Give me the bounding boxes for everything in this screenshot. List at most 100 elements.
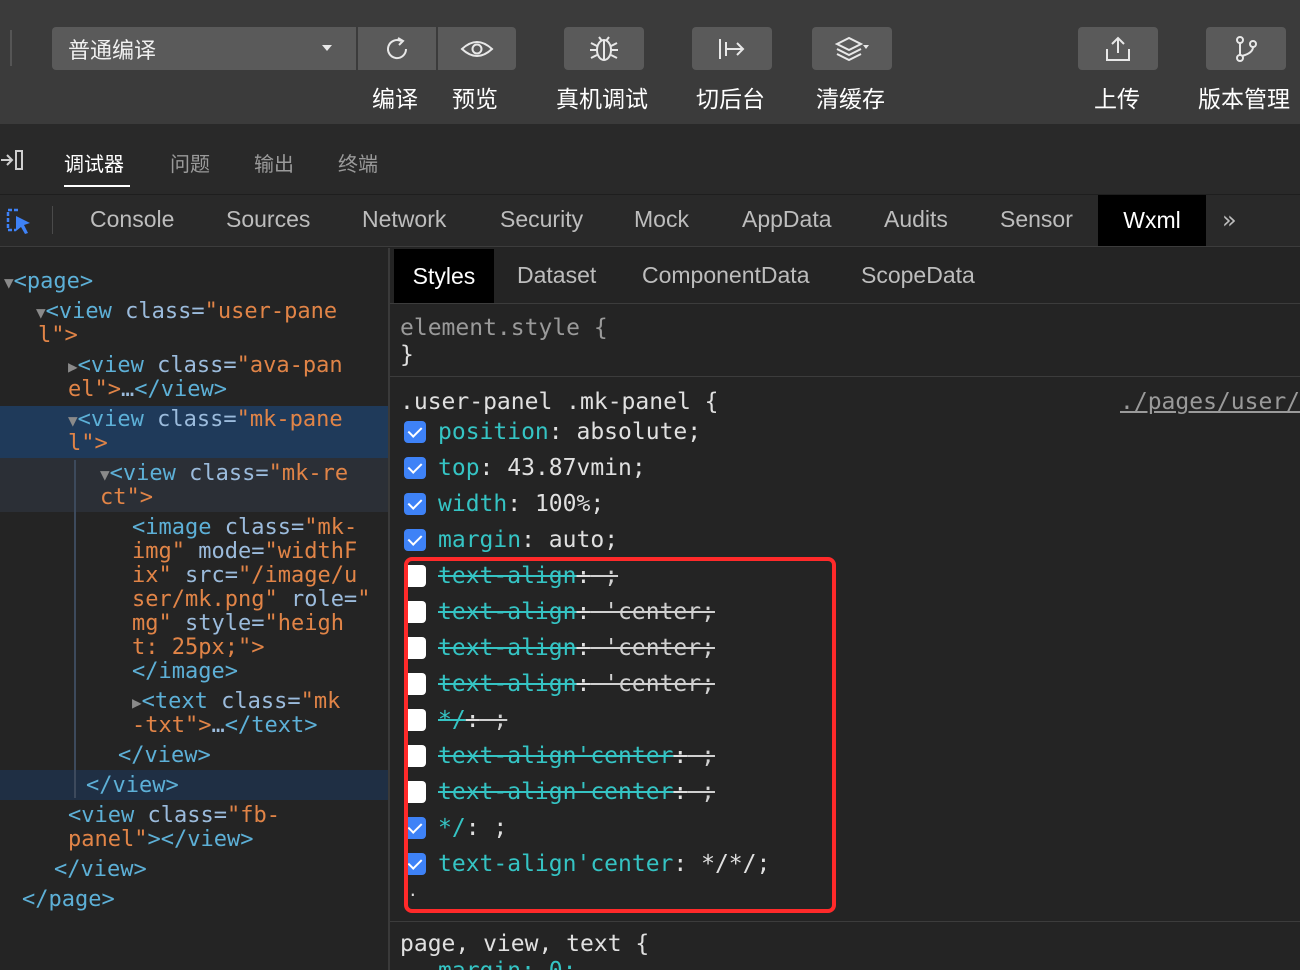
tree-node-view-close: </view>	[118, 743, 211, 768]
next-rule-first-prop: margin: 0;	[438, 958, 576, 970]
tree-node-fb-panel-cont: panel"></view>	[68, 827, 254, 852]
version-button[interactable]	[1206, 27, 1286, 70]
branch-icon	[1236, 35, 1257, 62]
upload-label: 上传	[1094, 87, 1140, 113]
tab-appdata[interactable]: AppData	[742, 206, 832, 233]
tab-styles[interactable]: Styles	[394, 249, 494, 303]
tree-node-page[interactable]: ▼<page>	[4, 270, 93, 295]
tree-node-mk-panel-cont: l">	[68, 431, 108, 456]
checkbox-checked-icon[interactable]	[404, 529, 426, 551]
tree-node-user-panel-cont: l">	[38, 323, 78, 348]
clear-cache-button[interactable]	[812, 27, 892, 70]
compile-label: 编译	[372, 87, 418, 113]
style-property-row[interactable]: position: absolute;	[404, 418, 701, 446]
tab-console[interactable]: Console	[90, 206, 174, 233]
style-property-row[interactable]: margin: auto;	[404, 526, 618, 554]
expand-triangle-icon[interactable]: ▼	[4, 273, 14, 292]
tree-node-mk-img-line5: mg" style="heigh	[132, 611, 344, 636]
refresh-icon	[387, 36, 408, 59]
selected-node-close-highlight	[0, 770, 388, 800]
expand-triangle-icon[interactable]: ▼	[68, 411, 78, 430]
tree-indent-guide	[74, 460, 76, 798]
tab-network[interactable]: Network	[362, 206, 446, 233]
active-tab-indicator	[64, 185, 130, 187]
checkbox-checked-icon[interactable]	[404, 457, 426, 479]
style-property-row[interactable]: top: 43.87vmin;	[404, 454, 646, 482]
stylesheet-source-link[interactable]: ./pages/user/	[1120, 389, 1300, 415]
tree-node-mk-img-line3: ix" src="/image/u	[132, 563, 358, 588]
chevron-down-icon	[322, 45, 332, 51]
tab-sources[interactable]: Sources	[226, 206, 310, 233]
tree-node-ava-panel-cont: el">…</view>	[68, 377, 227, 402]
bug-icon	[590, 35, 618, 61]
more-tabs-icon[interactable]: »	[1222, 206, 1237, 234]
compile-button[interactable]	[358, 27, 436, 70]
tab-issues[interactable]: 问题	[170, 148, 210, 177]
tree-node-mk-rect-cont: ct">	[100, 485, 153, 510]
tree-node-mk-rect[interactable]: ▼<view class="mk-re	[100, 462, 348, 487]
property-value[interactable]: 43.87vmin;	[493, 455, 645, 481]
tree-node-page-close: </page>	[22, 887, 115, 912]
inspect-element-icon[interactable]	[4, 206, 34, 236]
property-value[interactable]: 100%;	[521, 491, 604, 517]
tab-mock[interactable]: Mock	[634, 206, 689, 233]
device-debug-label: 真机调试	[556, 87, 648, 113]
toolbar-separator	[10, 30, 12, 66]
property-name[interactable]: position	[438, 419, 549, 445]
tab-wxml[interactable]: Wxml	[1098, 195, 1206, 246]
tab-dataset[interactable]: Dataset	[517, 262, 596, 289]
property-value[interactable]: absolute;	[563, 419, 701, 445]
tab-output[interactable]: 输出	[254, 148, 294, 177]
tree-node-mk-txt-cont: -txt">…</text>	[132, 713, 318, 738]
property-colon: :	[521, 527, 535, 553]
collapsed-triangle-icon[interactable]: ▶	[68, 357, 78, 376]
compile-mode-select[interactable]: 普通编译	[52, 27, 356, 70]
dock-side-icon[interactable]	[0, 148, 26, 172]
tree-node-mk-panel[interactable]: ▼<view class="mk-pane	[68, 408, 343, 433]
tree-node-mk-txt[interactable]: ▶<text class="mk	[132, 690, 340, 715]
tab-terminal[interactable]: 终端	[338, 148, 378, 177]
next-rule-selector[interactable]: page, view, text {	[400, 931, 649, 957]
property-name[interactable]: width	[438, 491, 507, 517]
devtools-separator	[52, 206, 53, 234]
property-value[interactable]: auto;	[535, 527, 618, 553]
preview-button[interactable]	[438, 27, 516, 70]
property-name[interactable]: margin	[438, 527, 521, 553]
style-property-row[interactable]: width: 100%;	[404, 490, 604, 518]
property-colon: :	[548, 419, 563, 445]
checkbox-checked-icon[interactable]	[404, 493, 426, 515]
tab-scopedata[interactable]: ScopeData	[861, 262, 975, 289]
property-colon: :	[507, 491, 522, 517]
tab-security[interactable]: Security	[500, 206, 583, 233]
device-debug-button[interactable]	[564, 27, 644, 70]
rule-separator	[390, 376, 1300, 377]
tree-node-mk-img-line6: t: 25px;">	[132, 635, 265, 660]
tree-node-mk-img-line2: img" mode="widthF	[132, 539, 358, 564]
upload-button[interactable]	[1078, 27, 1158, 70]
tree-node-fb-panel[interactable]: <view class="fb-	[68, 804, 280, 828]
upload-icon	[1106, 36, 1130, 61]
tab-componentdata[interactable]: ComponentData	[642, 262, 810, 289]
background-button[interactable]	[692, 27, 772, 70]
tab-audits[interactable]: Audits	[884, 206, 948, 233]
tree-node-ava-panel[interactable]: ▶<view class="ava-pan	[68, 354, 343, 379]
rule-separator	[390, 921, 1300, 922]
compile-group: 普通编译	[52, 27, 516, 70]
property-colon: :	[479, 455, 494, 481]
checkbox-checked-icon[interactable]	[404, 421, 426, 443]
tab-sensor[interactable]: Sensor	[1000, 206, 1073, 233]
layers-icon	[835, 36, 869, 61]
tree-node-mk-img[interactable]: <image class="mk-	[132, 516, 357, 540]
tree-node-mk-img-line4: ser/mk.png" role="	[132, 587, 371, 612]
rule-selector[interactable]: .user-panel .mk-panel {	[400, 389, 719, 415]
tree-node-user-panel[interactable]: ▼<view class="user-pane	[36, 300, 337, 325]
expand-triangle-icon[interactable]: ▼	[100, 465, 110, 484]
element-style-selector[interactable]: element.style {	[400, 315, 608, 341]
tree-node-view-close: </view>	[54, 857, 147, 882]
property-name[interactable]: top	[438, 455, 480, 481]
switch-background-icon	[719, 38, 745, 59]
version-label: 版本管理	[1198, 87, 1290, 113]
collapsed-triangle-icon[interactable]: ▶	[132, 693, 142, 712]
expand-triangle-icon[interactable]: ▼	[36, 303, 46, 322]
tab-debugger[interactable]: 调试器	[64, 148, 124, 177]
